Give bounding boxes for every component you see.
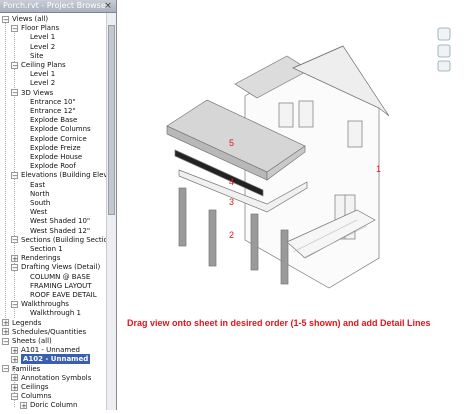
instruction-text: Drag view onto sheet in desired order (1… [127, 318, 431, 328]
tree-expander-icon[interactable]: + [11, 374, 18, 382]
drawing-canvas[interactable]: 1 2 3 4 5 Drag view onto sheet in desire… [117, 0, 474, 410]
label-1: 1 [376, 164, 381, 174]
project-tree: − Views (all) − Floor Plans Level 1 Level 2 Si… [0, 13, 106, 410]
tree-item[interactable]: Doric Column [30, 400, 77, 410]
porch-exploded-view: 1 2 3 4 5 [166, 45, 390, 289]
column [280, 229, 289, 285]
tree-expander-icon[interactable]: − [11, 89, 18, 97]
close-icon[interactable]: × [103, 1, 113, 11]
label-4: 4 [229, 177, 234, 187]
column [208, 209, 217, 267]
window [347, 120, 363, 148]
tree-expander-icon[interactable]: − [11, 61, 18, 69]
browser-title-bar[interactable]: Porch.rvt - Project Browser × [0, 0, 116, 13]
tree-expander-icon[interactable]: + [2, 328, 9, 336]
tree-expander-icon[interactable]: + [11, 254, 18, 262]
tree-expander-icon[interactable]: − [2, 337, 9, 345]
label-2: 2 [229, 230, 234, 240]
tree-expander-icon[interactable]: + [20, 401, 27, 409]
tree-expander-icon[interactable]: + [11, 346, 18, 354]
window [278, 102, 294, 128]
tree-expander-icon[interactable]: − [11, 171, 18, 179]
label-5: 5 [229, 138, 234, 148]
tree-expander-icon[interactable]: + [11, 355, 18, 363]
tree-expander-icon[interactable]: − [2, 15, 9, 23]
tree-expander-icon[interactable]: − [11, 392, 18, 400]
tree-expander-icon[interactable]: + [11, 383, 18, 391]
tree-expander-icon[interactable]: − [2, 365, 9, 373]
tree-expander-icon[interactable]: − [11, 300, 18, 308]
browser-title: Porch.rvt - Project Browser [3, 1, 110, 10]
tree-expander-icon[interactable]: − [11, 24, 18, 32]
tree-expander-icon[interactable]: + [2, 319, 9, 327]
steering-wheel-icon[interactable] [434, 25, 454, 75]
scrollbar-thumb[interactable] [108, 25, 115, 215]
window [298, 100, 314, 128]
project-browser: Porch.rvt - Project Browser × − Views (al… [0, 0, 117, 410]
vertical-scrollbar[interactable] [106, 13, 116, 410]
column [178, 187, 187, 247]
tree-expander-icon[interactable]: − [11, 263, 18, 271]
column [250, 213, 259, 271]
tree-expander-icon[interactable]: − [11, 236, 18, 244]
tree-guide-line [5, 18, 6, 318]
view-navigation[interactable] [434, 25, 454, 75]
label-3: 3 [229, 197, 234, 207]
